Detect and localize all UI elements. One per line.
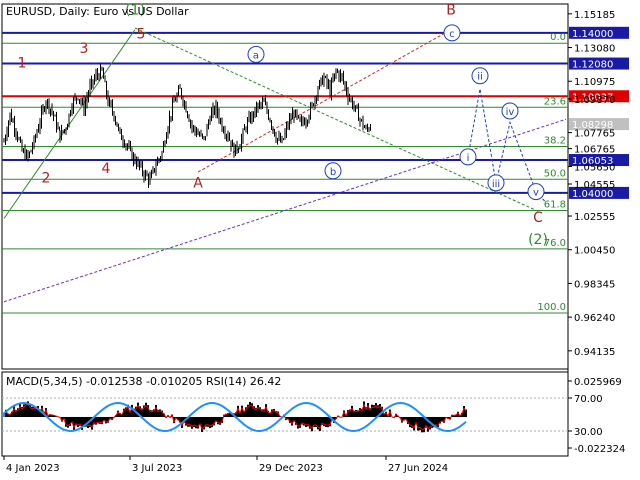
fib-label: 100.0 [537,302,566,313]
indicator-tick-label: -0.022324 [574,444,625,455]
candle-series [3,63,371,188]
wave-label: iv [506,107,515,118]
fib-label: 61.8 [544,200,566,211]
wave-label: ii [477,72,483,83]
wave-label: 2 [42,171,51,187]
fib-label: 38.2 [544,135,566,146]
time-tick-label: 4 Jan 2023 [6,463,60,474]
time-tick-label: 29 Dec 2023 [259,463,323,474]
price-tick-label: 0.96240 [574,313,615,324]
time-tick-label: 3 Jul 2023 [132,463,182,474]
price-tick-label: 1.02555 [574,212,615,223]
wave-label: A [193,175,203,191]
wave-label: B [446,3,456,19]
price-tick-label: 1.13080 [574,44,615,55]
macd-rsi-panel: 0.025969 70.00 30.00 -0.022324 [2,377,625,455]
wave-label: 5 [137,27,146,43]
level-price-text: 1.12080 [572,60,613,71]
price-tick-label: 1.15185 [574,10,615,21]
wave-label: (2) [528,232,548,248]
wave-label: a [253,50,259,61]
wave-label: 1 [18,55,27,71]
price-tick-label: 0.94135 [574,347,615,358]
price-tick-label: 1.09870 [574,95,615,106]
price-tick-label: 1.07765 [574,129,615,140]
fib-label: 50.0 [544,168,566,179]
chart-canvas: 1.140001.120801.100371.060531.040000.023… [1,3,629,474]
wave-label: i [467,153,470,164]
indicator-tick-label: 30.00 [574,427,603,438]
wave-label: iii [492,179,500,190]
wave-label: C [533,210,543,226]
indicator-tick-label: 70.00 [574,394,603,405]
wave-labels: (1)12345ABC(2)abciiiiiiivv [18,3,548,248]
price-tick-label: 1.00450 [574,246,615,257]
price-tick-label: 1.06765 [574,145,615,156]
price-tick-label: 0.98345 [574,279,615,290]
chart-title: EURUSD, Daily: Euro vs US Dollar [6,5,189,18]
wave-label: v [533,188,539,199]
price-tick-label: 1.10975 [574,77,615,88]
wave-label: c [449,29,455,40]
price-tick-label: 1.05650 [574,162,615,173]
level-price-text: 1.14000 [572,29,613,40]
fib-label: 0.0 [550,32,566,43]
fib-label: 23.6 [544,96,566,107]
indicator-tick-label: 0.025969 [574,377,622,388]
wave-label: 3 [80,41,89,57]
wave-label: b [330,167,336,178]
time-tick-label: 27 Jun 2024 [388,463,448,474]
indicator-label: MACD(5,34,5) -0.012538 -0.010205 RSI(14)… [6,375,281,388]
price-tick-label: 1.04555 [574,180,615,191]
wave-label: 4 [102,161,111,177]
time-axis: 4 Jan 2023 3 Jul 2023 29 Dec 2023 27 Jun 20… [3,456,448,474]
